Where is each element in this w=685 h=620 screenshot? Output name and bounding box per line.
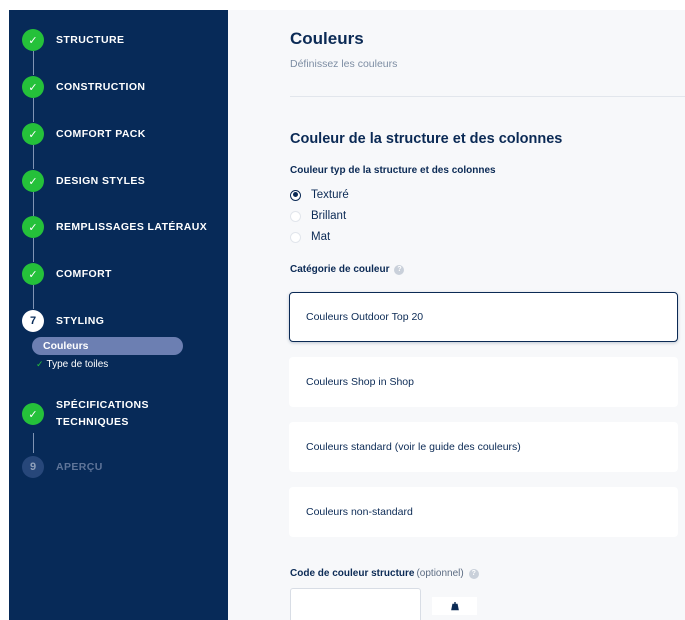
page-subtitle: Définissez les couleurs <box>290 58 398 70</box>
finish-label: Couleur typ de la structure et des colon… <box>290 165 496 176</box>
radio-label: Texturé <box>311 189 349 201</box>
category-label: Catégorie de couleur ? <box>290 264 405 275</box>
step-specifications-techniques[interactable]: ✓ SPÉCIFICATIONS TECHNIQUES <box>22 397 149 431</box>
step-apercu[interactable]: 9 APERÇU <box>22 456 103 478</box>
step-label-line1: SPÉCIFICATIONS <box>56 399 149 411</box>
radio-brillant[interactable]: Brillant <box>290 210 346 222</box>
code-label-optional: (optionnel) <box>416 568 464 579</box>
step-comfort[interactable]: ✓ COMFORT <box>22 263 112 285</box>
color-swatch[interactable] <box>432 597 477 615</box>
check-icon: ✓ <box>22 216 44 238</box>
step-connector <box>33 145 34 169</box>
paint-bucket-icon <box>450 602 459 611</box>
step-styling[interactable]: 7 STYLING <box>22 310 104 332</box>
category-card-standard[interactable]: Couleurs standard (voir le guide des cou… <box>289 422 678 472</box>
step-label-line2: TECHNIQUES <box>56 416 129 428</box>
radio-mat[interactable]: Mat <box>290 231 330 243</box>
code-label: Code de couleur structure (optionnel) ? <box>290 568 479 579</box>
radio-selected-icon <box>290 189 301 201</box>
step-structure[interactable]: ✓ STRUCTURE <box>22 29 124 51</box>
step-connector <box>33 238 34 262</box>
step-label: DESIGN STYLES <box>56 174 146 187</box>
substep-couleurs[interactable]: Couleurs <box>32 337 183 355</box>
page-title: Couleurs <box>290 29 364 48</box>
category-card-shop-in-shop[interactable]: Couleurs Shop in Shop <box>289 357 678 407</box>
help-circle-icon[interactable]: ? <box>394 264 405 275</box>
step-label: COMFORT <box>56 267 112 280</box>
step-connector <box>33 51 34 75</box>
step-number: 9 <box>22 456 44 478</box>
step-connector <box>33 98 34 122</box>
divider <box>290 96 685 97</box>
step-label: COMFORT PACK <box>56 127 146 140</box>
step-design-styles[interactable]: ✓ DESIGN STYLES <box>22 170 145 192</box>
step-remplissages-lateraux[interactable]: ✓ REMPLISSAGES LATÉRAUX <box>22 216 207 238</box>
category-card-outdoor-top-20[interactable]: Couleurs Outdoor Top 20 <box>289 292 678 342</box>
step-label: CONSTRUCTION <box>56 80 146 93</box>
radio-texture[interactable]: Texturé <box>290 189 349 201</box>
check-icon: ✓ <box>36 359 44 369</box>
check-icon: ✓ <box>22 123 44 145</box>
check-icon: ✓ <box>22 263 44 285</box>
substep-label: Type de toiles <box>46 359 109 370</box>
check-icon: ✓ <box>22 170 44 192</box>
section-title: Couleur de la structure et des colonnes <box>290 131 563 147</box>
check-icon: ✓ <box>22 76 44 98</box>
step-connector <box>33 433 34 453</box>
step-label: STYLING <box>56 314 105 327</box>
step-label: STRUCTURE <box>56 33 125 46</box>
step-connector <box>33 192 34 216</box>
step-label: APERÇU <box>56 460 103 473</box>
check-icon: ✓ <box>22 403 44 425</box>
check-icon: ✓ <box>22 29 44 51</box>
radio-label: Brillant <box>311 210 347 222</box>
step-construction[interactable]: ✓ CONSTRUCTION <box>22 76 145 98</box>
step-label: REMPLISSAGES LATÉRAUX <box>56 220 208 233</box>
step-number: 7 <box>22 310 44 332</box>
category-card-non-standard[interactable]: Couleurs non-standard <box>289 487 678 537</box>
step-connector <box>33 285 34 309</box>
step-label: SPÉCIFICATIONS TECHNIQUES <box>56 397 149 431</box>
substep-type-de-toiles[interactable]: ✓ Type de toiles <box>36 359 108 370</box>
radio-unselected-icon <box>290 231 301 243</box>
category-label-text: Catégorie de couleur <box>290 264 390 275</box>
code-label-text: Code de couleur structure <box>290 568 415 579</box>
step-comfort-pack[interactable]: ✓ COMFORT PACK <box>22 123 146 145</box>
color-code-input[interactable] <box>290 588 421 620</box>
radio-unselected-icon <box>290 210 301 222</box>
help-circle-icon[interactable]: ? <box>468 568 479 579</box>
radio-label: Mat <box>311 231 331 243</box>
